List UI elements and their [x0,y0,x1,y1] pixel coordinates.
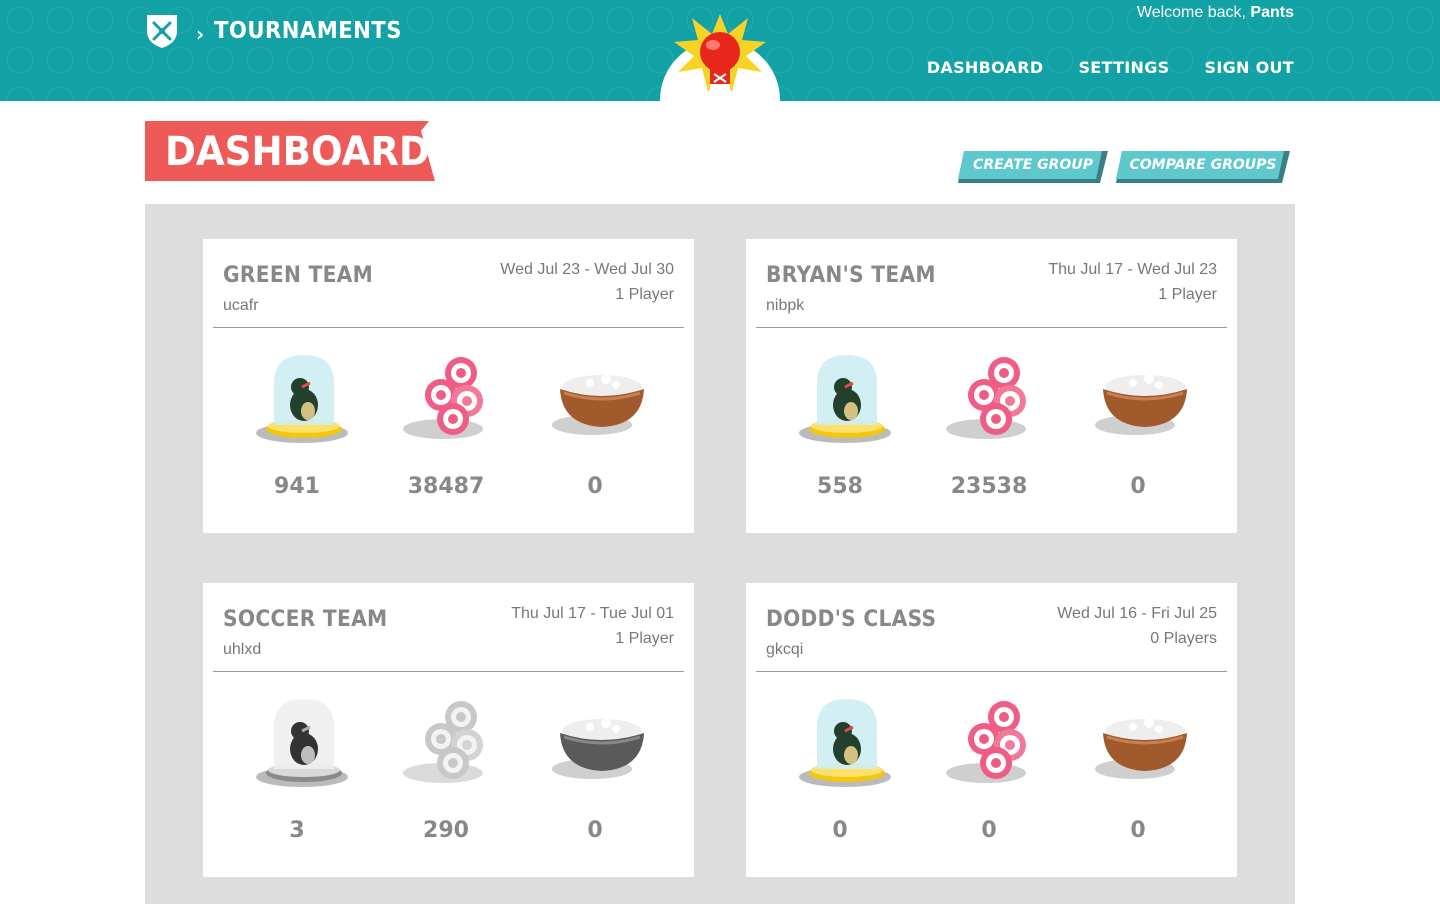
stat-value: 23538 [950,474,1028,499]
stat-rice: 0 [1078,688,1198,858]
main-nav: DASHBOARD SETTINGS SIGN OUT [927,58,1294,77]
nav-sign-out[interactable]: SIGN OUT [1205,58,1294,77]
rice-bowl-icon [552,374,644,435]
stat-trophy: 558 [780,344,900,514]
welcome-message: Welcome back, Pants [1137,4,1294,22]
group-name: GREEN TEAM [223,263,374,288]
leaf-shield-icon[interactable] [145,13,179,49]
stat-value: 0 [832,818,848,843]
trophy-dome-icon [799,355,891,443]
group-name: SOCCER TEAM [223,607,388,632]
candy-coins-icon [946,701,1026,783]
group-code: ucafr [223,297,259,314]
rice-bowl-icon [1095,374,1187,435]
stat-value: 3 [289,818,305,843]
trophy-dome-icon [799,699,891,787]
group-dates: Thu Jul 17 - Wed Jul 23 [1048,261,1217,278]
breadcrumb-chevron-icon: › [196,22,205,46]
group-players: 1 Player [1158,286,1217,303]
group-code: uhlxd [223,641,262,658]
candy-coins-icon [403,357,483,439]
stat-value: 941 [274,474,320,499]
card-divider [213,671,684,672]
page-title: DASHBOARD [165,129,430,175]
stat-value: 0 [981,818,997,843]
card-divider [213,327,684,328]
trophy-dome-icon [256,355,348,443]
rice-bowl-icon [552,718,644,779]
group-name: DODD'S CLASS [766,607,937,632]
stat-value: 0 [587,818,603,843]
stat-rice: 0 [535,344,655,514]
stat-coins: 0 [929,688,1049,858]
stat-coins: 38487 [386,344,506,514]
nav-dashboard[interactable]: DASHBOARD [927,58,1044,77]
username: Pants [1250,4,1294,21]
rice-bowl-icon [1095,718,1187,779]
group-dates: Wed Jul 16 - Fri Jul 25 [1057,605,1217,622]
compare-groups-button[interactable]: COMPARE GROUPS [1116,151,1290,183]
welcome-prefix: Welcome back, [1136,4,1251,21]
group-code: gkcqi [766,641,804,658]
boxing-glove-icon [674,14,766,92]
card-divider [756,671,1227,672]
group-code: nibpk [766,297,805,314]
group-card[interactable]: BRYAN'S TEAM nibpk Thu Jul 17 - Wed Jul … [746,239,1237,533]
page-title-banner: DASHBOARD [145,121,435,181]
stat-value: 0 [1130,474,1146,499]
groups-panel: GREEN TEAM ucafr Wed Jul 23 - Wed Jul 30… [145,204,1295,904]
stat-trophy: 3 [237,688,357,858]
group-players: 0 Players [1150,630,1217,647]
nav-settings[interactable]: SETTINGS [1078,58,1169,77]
stat-rice: 0 [535,688,655,858]
breadcrumb-tournaments[interactable]: TOURNAMENTS [214,18,402,44]
create-group-label: CREATE GROUP [973,157,1093,173]
stat-coins: 23538 [929,344,1049,514]
stat-rice: 0 [1078,344,1198,514]
stat-value: 38487 [407,474,485,499]
create-group-button[interactable]: CREATE GROUP [958,151,1108,183]
group-card[interactable]: DODD'S CLASS gkcqi Wed Jul 16 - Fri Jul … [746,583,1237,877]
stat-value: 558 [817,474,863,499]
candy-coins-icon [403,701,483,783]
group-card[interactable]: GREEN TEAM ucafr Wed Jul 23 - Wed Jul 30… [203,239,694,533]
stat-value: 0 [1130,818,1146,843]
stat-value: 290 [423,818,469,843]
stat-value: 0 [587,474,603,499]
group-name: BRYAN'S TEAM [766,263,936,288]
group-dates: Wed Jul 23 - Wed Jul 30 [500,261,674,278]
group-players: 1 Player [615,630,674,647]
stat-trophy: 941 [237,344,357,514]
compare-groups-label: COMPARE GROUPS [1129,157,1277,173]
group-dates: Thu Jul 17 - Tue Jul 01 [511,605,674,622]
stat-coins: 290 [386,688,506,858]
stat-trophy: 0 [780,688,900,858]
trophy-dome-icon [256,699,348,787]
candy-coins-icon [946,357,1026,439]
card-divider [756,327,1227,328]
group-players: 1 Player [615,286,674,303]
group-card[interactable]: SOCCER TEAM uhlxd Thu Jul 17 - Tue Jul 0… [203,583,694,877]
